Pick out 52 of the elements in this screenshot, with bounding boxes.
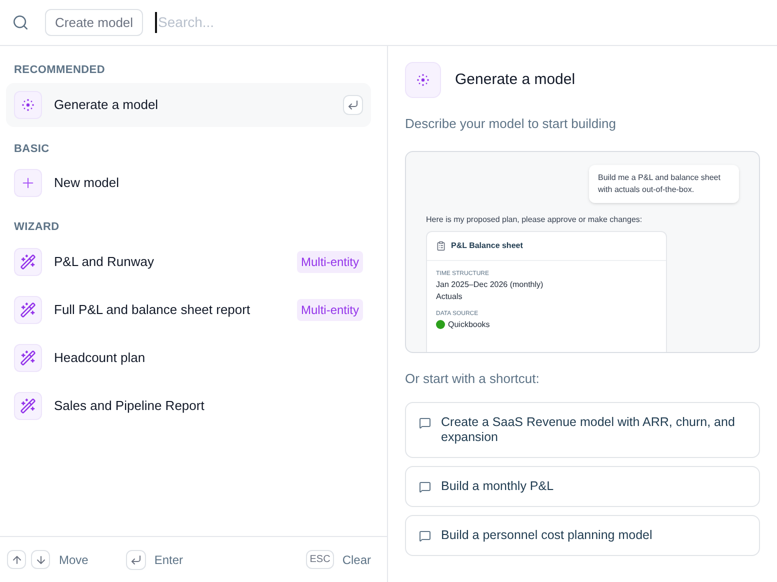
enter-icon xyxy=(347,98,359,110)
sparkle-dots-icon xyxy=(415,72,431,88)
clear-hint: Clear xyxy=(342,552,371,568)
shortcut-card[interactable]: Build a personnel cost planning model xyxy=(405,515,760,556)
arrow-up-icon xyxy=(10,554,22,566)
field-value: Actuals xyxy=(436,290,464,302)
chat-bubble-icon xyxy=(419,417,431,429)
item-label: Full P&L and balance sheet report xyxy=(54,300,252,319)
panel-title: Generate a model xyxy=(455,70,576,90)
menu-item[interactable]: New model xyxy=(6,161,371,205)
search-field[interactable]: Search... xyxy=(155,12,765,33)
item-label: New model xyxy=(54,174,120,192)
magic-wand-icon xyxy=(20,302,36,318)
shortcut-card[interactable]: Create a SaaS Revenue model with ARR, churn, and expansion xyxy=(405,402,760,458)
section-heading: BASIC xyxy=(13,142,50,156)
clipboard-icon xyxy=(436,240,446,250)
panel-subtitle: Describe your model to start building xyxy=(405,115,617,133)
menu-item[interactable]: Sales and Pipeline Report xyxy=(6,384,371,428)
menu-item[interactable]: P&L and Runway Multi-entity xyxy=(6,240,371,284)
multi-entity-badge: Multi-entity xyxy=(296,250,363,272)
item-label: Sales and Pipeline Report xyxy=(54,396,206,415)
item-label: Generate a model xyxy=(54,96,160,114)
menu-item[interactable]: Full P&L and balance sheet report Multi-entity xyxy=(6,288,371,332)
field-value: Quickbooks xyxy=(448,318,490,330)
shortcuts-heading: Or start with a shortcut: xyxy=(405,370,540,388)
item-label: P&L and Runway xyxy=(54,252,155,271)
menu-item[interactable]: Generate a model xyxy=(6,82,371,126)
shortcut-card[interactable]: Build a monthly P&L xyxy=(405,466,760,507)
assistant-intro: Here is my proposed plan, please approve or make changes: xyxy=(426,214,644,226)
source-logo-icon xyxy=(436,320,445,329)
item-label: Headcount plan xyxy=(54,348,146,367)
esc-key: ESC xyxy=(306,550,334,569)
magic-wand-icon xyxy=(20,254,36,270)
section-heading: RECOMMENDED xyxy=(13,63,106,78)
menu-item[interactable]: Headcount plan xyxy=(6,336,371,380)
chat-bubble-icon xyxy=(419,530,431,542)
move-hint: Move xyxy=(59,552,88,568)
plan-title: P&L Balance sheet xyxy=(451,240,523,252)
user-message-bubble: Build me a P&L and balance sheet with actuals out-of-the-box. xyxy=(589,164,739,202)
magic-wand-icon xyxy=(20,350,36,366)
field-value: Jan 2025–Dec 2026 (monthly) xyxy=(436,278,544,290)
chat-bubble-icon xyxy=(419,481,431,493)
section-heading: WIZARD xyxy=(13,220,60,235)
multi-entity-badge: Multi-entity xyxy=(296,298,363,320)
plus-icon xyxy=(20,175,36,191)
magic-wand-icon xyxy=(20,398,36,414)
sparkle-dots-icon xyxy=(20,96,36,112)
enter-icon xyxy=(130,554,142,566)
create-model-chip[interactable]: Create model xyxy=(45,8,144,36)
arrow-down-icon xyxy=(34,554,46,566)
search-icon xyxy=(12,14,29,31)
enter-hint: Enter xyxy=(154,552,184,568)
